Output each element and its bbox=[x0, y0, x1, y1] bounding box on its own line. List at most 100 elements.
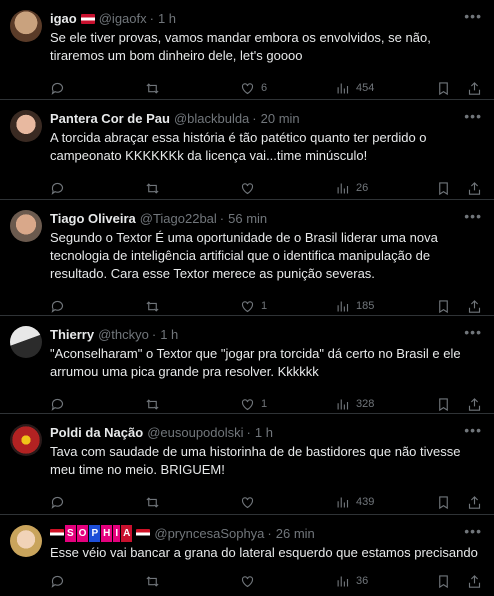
views-count: 454 bbox=[356, 82, 375, 94]
timestamp[interactable]: 56 min bbox=[228, 210, 267, 227]
tweet-text: Esse véio vai bancar a grana do lateral … bbox=[50, 545, 478, 560]
tweet[interactable]: Pantera Cor de Pau @blackbulda · 20 min … bbox=[0, 100, 494, 200]
heart-icon bbox=[241, 496, 254, 508]
author-handle[interactable]: @igaofx bbox=[99, 10, 147, 27]
retweet-button[interactable] bbox=[145, 574, 240, 589]
author-handle[interactable]: @eusoupodolski bbox=[147, 424, 243, 441]
heart-icon bbox=[241, 398, 254, 410]
timestamp[interactable]: 26 min bbox=[276, 525, 315, 542]
reply-button[interactable] bbox=[50, 397, 145, 412]
retweet-icon bbox=[146, 82, 159, 94]
author-handle[interactable]: @Tiago22bal bbox=[140, 210, 217, 227]
reply-icon bbox=[51, 496, 64, 509]
bookmark-icon[interactable] bbox=[436, 495, 451, 510]
views-button[interactable]: 185 bbox=[335, 299, 430, 314]
share-icon[interactable] bbox=[467, 299, 482, 314]
avatar[interactable] bbox=[10, 210, 42, 242]
more-icon[interactable]: ••• bbox=[464, 8, 482, 24]
reply-icon bbox=[51, 182, 64, 195]
tweet[interactable]: Tiago Oliveira @Tiago22bal · 56 min ••• … bbox=[0, 200, 494, 316]
share-icon[interactable] bbox=[467, 181, 482, 196]
views-count: 26 bbox=[356, 182, 369, 194]
share-icon[interactable] bbox=[467, 81, 482, 96]
analytics-icon bbox=[337, 576, 349, 586]
bookmark-icon[interactable] bbox=[436, 574, 451, 589]
like-button[interactable] bbox=[240, 574, 335, 589]
avatar[interactable] bbox=[10, 110, 42, 142]
separator: · bbox=[219, 211, 225, 226]
tweet[interactable]: igao @igaofx · 1 h ••• Se ele tiver prov… bbox=[0, 0, 494, 100]
timestamp[interactable]: 1 h bbox=[160, 326, 178, 343]
author-handle[interactable]: @blackbulda bbox=[174, 110, 249, 127]
separator: · bbox=[246, 425, 251, 440]
avatar[interactable] bbox=[10, 326, 42, 358]
bookmark-icon[interactable] bbox=[436, 181, 451, 196]
bookmark-icon[interactable] bbox=[436, 397, 451, 412]
views-button[interactable]: 439 bbox=[335, 495, 430, 510]
reply-button[interactable] bbox=[50, 495, 145, 510]
separator: · bbox=[267, 526, 272, 541]
like-button[interactable]: 1 bbox=[240, 299, 335, 314]
more-icon[interactable]: ••• bbox=[464, 208, 482, 224]
timestamp[interactable]: 20 min bbox=[261, 110, 300, 127]
reply-button[interactable] bbox=[50, 574, 145, 589]
reply-button[interactable] bbox=[50, 299, 145, 314]
bookmark-icon[interactable] bbox=[436, 299, 451, 314]
more-icon[interactable]: ••• bbox=[464, 422, 482, 438]
views-count: 328 bbox=[356, 398, 375, 410]
share-icon[interactable] bbox=[467, 495, 482, 510]
heart-icon bbox=[241, 82, 254, 94]
author-name[interactable]: Poldi da Nação bbox=[50, 424, 143, 441]
action-bar: 439 bbox=[50, 487, 482, 517]
action-bar: 6 454 bbox=[50, 73, 482, 103]
avatar[interactable] bbox=[10, 10, 42, 42]
tweet[interactable]: S O P H I A @pryncesaSophya · 26 min •••… bbox=[0, 515, 494, 595]
like-button[interactable]: 6 bbox=[240, 81, 335, 96]
retweet-button[interactable] bbox=[145, 495, 240, 510]
action-bar: 36 bbox=[50, 566, 482, 596]
share-icon[interactable] bbox=[467, 397, 482, 412]
like-count: 1 bbox=[261, 398, 268, 410]
more-icon[interactable]: ••• bbox=[464, 523, 482, 539]
like-button[interactable] bbox=[240, 495, 335, 510]
tweet[interactable]: Thierry @thckyo · 1 h ••• "Aconselharam"… bbox=[0, 316, 494, 414]
timestamp[interactable]: 1 h bbox=[158, 10, 176, 27]
like-button[interactable]: 1 bbox=[240, 397, 335, 412]
author-name[interactable]: Tiago Oliveira bbox=[50, 210, 136, 227]
reply-button[interactable] bbox=[50, 81, 145, 96]
analytics-icon bbox=[337, 497, 349, 507]
avatar[interactable] bbox=[10, 525, 42, 557]
separator: · bbox=[149, 11, 154, 26]
retweet-button[interactable] bbox=[145, 299, 240, 314]
author-name[interactable]: Thierry bbox=[50, 326, 94, 343]
author-handle[interactable]: @thckyo bbox=[98, 326, 149, 343]
more-icon[interactable]: ••• bbox=[464, 324, 482, 340]
retweet-button[interactable] bbox=[145, 181, 240, 196]
like-button[interactable] bbox=[240, 181, 335, 196]
author-name[interactable]: Pantera Cor de Pau bbox=[50, 110, 170, 127]
name-letter: I bbox=[113, 525, 121, 542]
flag-icon bbox=[80, 13, 95, 24]
more-icon[interactable]: ••• bbox=[464, 108, 482, 124]
name-letter: P bbox=[89, 525, 101, 542]
retweet-icon bbox=[146, 575, 159, 587]
flag-icon bbox=[136, 528, 151, 539]
analytics-icon bbox=[337, 83, 349, 93]
views-button[interactable]: 26 bbox=[335, 181, 430, 196]
reply-button[interactable] bbox=[50, 181, 145, 196]
author-handle[interactable]: @pryncesaSophya bbox=[154, 525, 264, 542]
author-name[interactable]: igao bbox=[50, 10, 77, 27]
views-button[interactable]: 36 bbox=[335, 574, 430, 589]
tweet[interactable]: Poldi da Nação @eusoupodolski · 1 h ••• … bbox=[0, 414, 494, 515]
timestamp[interactable]: 1 h bbox=[255, 424, 273, 441]
heart-icon bbox=[241, 575, 254, 587]
views-count: 185 bbox=[356, 300, 375, 312]
retweet-button[interactable] bbox=[145, 397, 240, 412]
views-button[interactable]: 454 bbox=[335, 81, 430, 96]
avatar[interactable] bbox=[10, 424, 42, 456]
share-icon[interactable] bbox=[467, 574, 482, 589]
views-button[interactable]: 328 bbox=[335, 397, 430, 412]
like-count: 6 bbox=[261, 82, 268, 94]
retweet-button[interactable] bbox=[145, 81, 240, 96]
bookmark-icon[interactable] bbox=[436, 81, 451, 96]
